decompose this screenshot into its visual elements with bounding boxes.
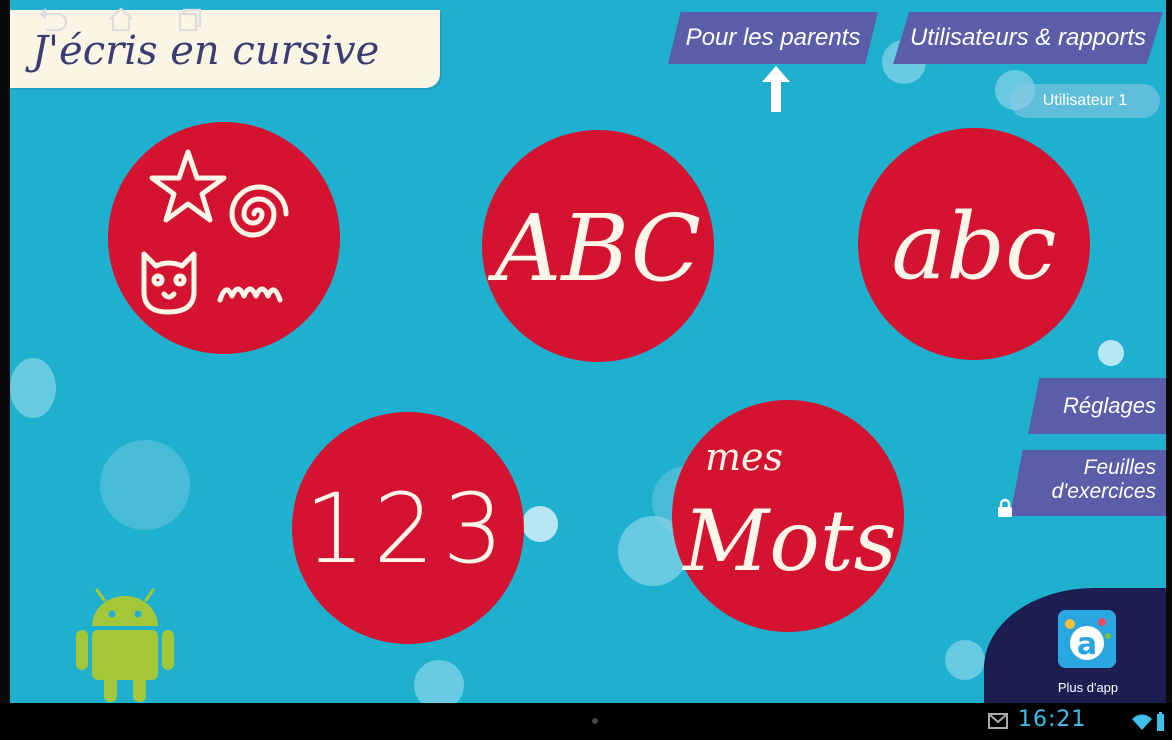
exercise-sheets-label-line1: Feuilles (1083, 456, 1156, 479)
lowercase-tile-label: abc (891, 193, 1056, 300)
app-screen: J'écris en cursive Pour les parents Util… (0, 0, 1172, 740)
exercise-sheets-button[interactable]: Feuilles d'exercices (1010, 450, 1168, 516)
numbers-tile-label: 123 (304, 473, 511, 585)
exercise-sheets-label-line2: d'exercices (1051, 480, 1156, 503)
shapes-star-spiral-cat-wave-icon (141, 149, 289, 315)
status-time: 16:21 (1018, 707, 1087, 732)
current-user-badge[interactable]: Utilisateur 1 (1010, 84, 1160, 118)
wifi-battery-icon (1132, 712, 1164, 731)
app-title-svg: J'écris en cursive (25, 28, 379, 74)
device-frame-left (0, 0, 10, 740)
mail-icon (988, 713, 1008, 729)
decor-bubble (10, 358, 56, 418)
graphisme-tile[interactable] (108, 122, 340, 354)
words-tile-label-small: mes (705, 435, 783, 479)
app-title: J'écris en cursive (25, 28, 379, 74)
back-icon[interactable] (36, 6, 70, 32)
android-logo-icon (76, 588, 174, 702)
words-tile[interactable]: mes Mots (672, 400, 904, 632)
app-logo-icon: a (1058, 610, 1116, 668)
parents-button[interactable]: Pour les parents (668, 12, 878, 64)
uppercase-tile[interactable]: ABC (482, 130, 714, 362)
decor-bubble (945, 640, 985, 680)
decor-bubble (522, 506, 558, 542)
uppercase-tile-label: ABC (487, 195, 701, 302)
recent-apps-icon[interactable] (172, 6, 206, 32)
numbers-tile-svg: 123 (304, 473, 511, 585)
users-reports-button[interactable]: Utilisateurs & rapports (893, 12, 1163, 64)
lock-icon (998, 498, 1012, 517)
users-reports-button-label: Utilisateurs & rapports (909, 24, 1147, 51)
numbers-tile[interactable]: 123 (292, 412, 524, 644)
settings-button[interactable]: Réglages (1028, 378, 1168, 434)
svg-text:a: a (1077, 627, 1097, 662)
decor-bubble (1098, 340, 1124, 366)
words-tile-svg: mes Mots (681, 435, 896, 590)
parents-button-label: Pour les parents (685, 24, 861, 51)
app-title-card: J'écris en cursive (10, 10, 440, 88)
lowercase-tile-svg: abc (891, 193, 1056, 300)
words-tile-label-large: Mots (681, 492, 896, 590)
arrow-up-icon (762, 66, 790, 112)
nav-center-dot (592, 718, 598, 724)
more-apps-icon[interactable]: a (1058, 610, 1116, 668)
current-user-label: Utilisateur 1 (1042, 92, 1128, 109)
lowercase-tile[interactable]: abc (858, 128, 1090, 360)
device-frame-right (1166, 0, 1172, 740)
settings-button-label: Réglages (1063, 393, 1156, 418)
uppercase-tile-svg: ABC (487, 195, 701, 302)
home-icon[interactable] (104, 6, 138, 32)
more-apps-label: Plus d'app (1057, 680, 1119, 695)
decor-bubble (100, 440, 190, 530)
